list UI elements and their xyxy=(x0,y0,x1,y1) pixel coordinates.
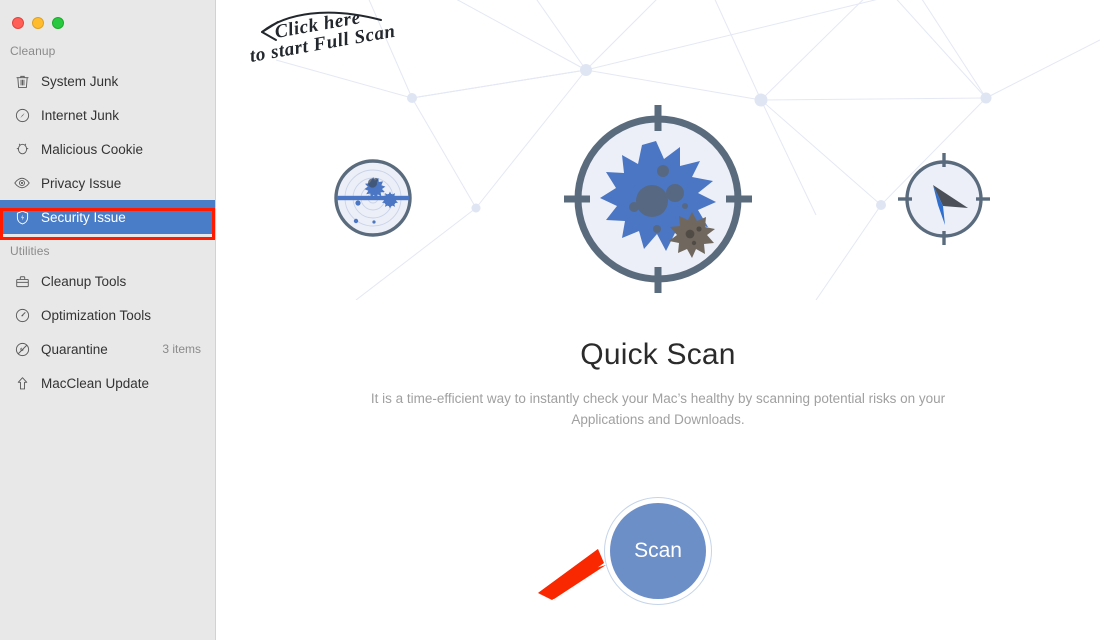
radar-scanner-icon xyxy=(334,159,412,237)
upload-arrow-icon xyxy=(12,373,32,393)
sidebar-item-quarantine[interactable]: Quarantine 3 items xyxy=(0,332,215,366)
scan-button-container: Scan xyxy=(604,497,712,605)
sidebar-item-label: Optimization Tools xyxy=(41,307,152,323)
compass-illustration-icon xyxy=(898,153,990,245)
minimize-button[interactable] xyxy=(32,16,44,29)
sidebar-item-label: Internet Junk xyxy=(41,107,120,123)
sidebar-item-privacy-issue[interactable]: Privacy Issue xyxy=(0,166,215,200)
full-scan-hint-annotation: Click here to start Full Scan xyxy=(248,7,397,67)
sidebar-item-label: Privacy Issue xyxy=(41,175,122,191)
sidebar-item-label: Quarantine xyxy=(41,341,108,357)
hero-illustration: Click here to start Full Scan xyxy=(216,0,1100,300)
toolbox-icon xyxy=(12,271,32,291)
no-entry-icon xyxy=(12,339,32,359)
main-content: Click here to start Full Scan Quick Scan… xyxy=(216,0,1100,640)
sidebar-item-internet-junk[interactable]: Internet Junk xyxy=(0,98,215,132)
sidebar-item-malicious-cookie[interactable]: Malicious Cookie xyxy=(0,132,215,166)
close-button[interactable] xyxy=(12,16,24,29)
maximize-button[interactable] xyxy=(52,16,64,29)
sidebar-item-label: Malicious Cookie xyxy=(41,141,144,157)
sidebar-group-label-utilities: Utilities xyxy=(10,244,50,258)
page-description: It is a time-efficient way to instantly … xyxy=(370,391,946,427)
sidebar: Cleanup System Junk Internet Junk Malici… xyxy=(0,0,216,640)
sidebar-item-system-junk[interactable]: System Junk xyxy=(0,64,215,98)
trash-icon xyxy=(12,71,32,91)
sidebar-item-security-issue[interactable]: Security Issue xyxy=(0,200,215,234)
speedometer-icon xyxy=(12,305,32,325)
macclean-window: Cleanup System Junk Internet Junk Malici… xyxy=(0,0,1100,640)
sidebar-item-optimization-tools[interactable]: Optimization Tools xyxy=(0,298,215,332)
scan-button[interactable]: Scan xyxy=(610,503,706,599)
sidebar-item-macclean-update[interactable]: MacClean Update xyxy=(0,366,215,400)
sidebar-item-label: Cleanup Tools xyxy=(41,273,127,289)
compass-icon xyxy=(12,105,32,125)
page-title: Quick Scan xyxy=(580,338,736,371)
sidebar-item-label: Security Issue xyxy=(41,209,126,225)
sidebar-item-cleanup-tools[interactable]: Cleanup Tools xyxy=(0,264,215,298)
quarantine-count-badge: 3 items xyxy=(162,342,201,356)
sidebar-item-label: MacClean Update xyxy=(41,375,150,391)
shield-bolt-icon xyxy=(12,207,32,227)
eye-icon xyxy=(12,173,32,193)
virus-crosshair-icon xyxy=(564,105,752,293)
sidebar-group-label-cleanup: Cleanup xyxy=(10,44,56,58)
window-controls xyxy=(0,0,215,34)
cookie-bug-icon xyxy=(12,139,32,159)
sidebar-item-label: System Junk xyxy=(41,73,119,89)
